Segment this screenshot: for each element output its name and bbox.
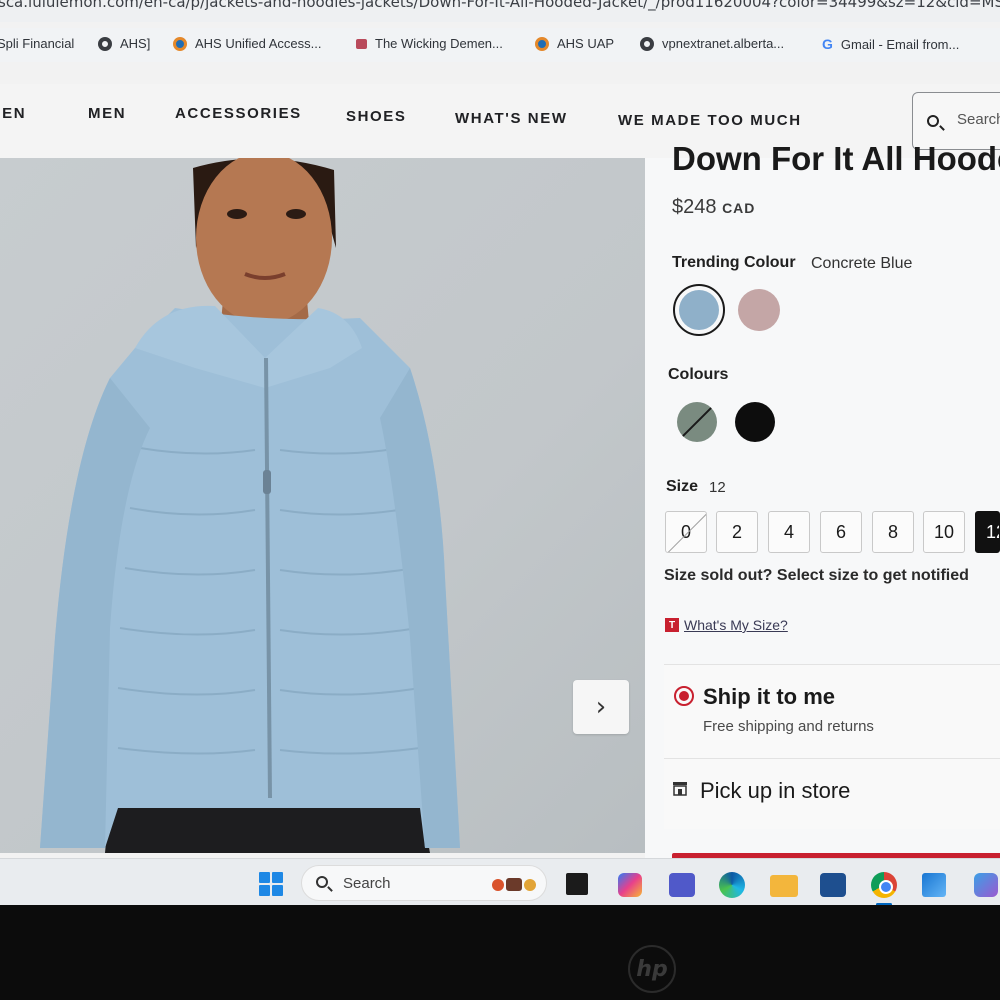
chevron-right-icon: › (595, 692, 607, 722)
size-selected-value: 12 (709, 479, 726, 496)
bookmark-label: AHS UAP (557, 36, 615, 51)
bookmark-ahs-uap[interactable]: AHS UAP (535, 36, 614, 51)
bookmark-label: AHS] (120, 36, 151, 51)
swatch-fill (679, 290, 719, 330)
bookmark-gmail[interactable]: G Gmail - Email from... (822, 36, 959, 52)
chrome-center (879, 880, 893, 894)
bookmarks-bar: Spli Financial AHS] AHS Unified Access..… (0, 28, 1000, 62)
ship-title: Ship it to me (703, 684, 835, 709)
trending-colour-value: Concrete Blue (811, 255, 913, 272)
size-label: Size (666, 478, 699, 495)
edge-icon[interactable] (719, 872, 745, 898)
address-bar[interactable]: sca.lululemon.com/en-ca/p/jackets-and-ho… (0, 0, 1000, 22)
pickup-title: Pick up in store (700, 778, 851, 803)
size-button-12[interactable]: 12 (975, 511, 1000, 553)
next-image-button[interactable]: › (573, 680, 629, 734)
size-button-10[interactable]: 10 (923, 511, 965, 553)
size-button-0[interactable]: 0 (665, 511, 707, 553)
nav-shoes[interactable]: SHOES (346, 108, 407, 125)
ahs-logo-icon (173, 36, 187, 51)
windows-start-icon[interactable] (259, 872, 283, 896)
nav-we-made-too-much[interactable]: WE MADE TOO MUCH (618, 112, 802, 129)
bookmark-ahs-unified-access[interactable]: AHS Unified Access... (173, 36, 321, 51)
ship-it-option[interactable] (664, 664, 1000, 761)
bookmark-label: The Wicking Demen... (375, 36, 503, 51)
search-input[interactable] (957, 111, 1000, 128)
store-app-icon[interactable] (820, 873, 846, 897)
bookmark-ahs[interactable]: AHS] (98, 36, 150, 51)
hp-logo-icon: hp (628, 945, 676, 993)
wicking-icon (356, 38, 367, 49)
nav-accessories[interactable]: ACCESSORIES (175, 105, 302, 122)
unavailable-slash-icon (679, 404, 715, 440)
file-explorer-icon[interactable] (770, 875, 798, 897)
model-photo (40, 158, 460, 853)
price-currency: CAD (722, 200, 756, 216)
globe-icon (640, 36, 654, 51)
bookmark-label: AHS Unified Access... (195, 36, 322, 51)
size-button-4[interactable]: 4 (768, 511, 810, 553)
size-guide-link[interactable]: T What's My Size? (665, 617, 788, 633)
swatch-concrete-blue[interactable] (673, 284, 725, 336)
nav-men[interactable]: MEN (88, 105, 126, 122)
ahs-logo-icon (535, 36, 549, 51)
screen: sca.lululemon.com/en-ca/p/jackets-and-ho… (0, 0, 1000, 905)
monitor-bezel (0, 905, 1000, 1000)
size-sold-out-message: Size sold out? Select size to get notifi… (664, 567, 969, 584)
trending-colour-label: Trending Colour (672, 254, 796, 271)
size-button-2[interactable]: 2 (716, 511, 758, 553)
bookmark-label: Gmail - Email from... (840, 36, 960, 52)
app-icon[interactable] (974, 873, 998, 897)
nav-whats-new[interactable]: WHAT'S NEW (455, 110, 568, 127)
taskbar-search-label: Search (343, 875, 391, 892)
bookmark-vpnextranet[interactable]: vpnextranet.alberta... (640, 36, 784, 51)
product-title: Down For It All Hooded Jacket (672, 140, 1000, 177)
swatch-black[interactable] (735, 402, 775, 442)
teams-icon[interactable] (669, 873, 695, 897)
taskbar: Search (0, 858, 1000, 905)
bookmark-label: vpnextranet.alberta... (662, 36, 785, 51)
search-highlight-icon (492, 878, 536, 891)
swatch-pink[interactable] (738, 289, 780, 331)
search-icon (316, 876, 328, 888)
size-guide-badge-icon: T (665, 618, 679, 632)
bookmark-spli-financial[interactable]: Spli Financial (0, 36, 74, 51)
product-price: $248 CAD (672, 196, 755, 219)
task-view-icon[interactable] (566, 873, 588, 895)
google-icon: G (822, 36, 833, 52)
search-icon (927, 115, 939, 127)
bookmark-label: Spli Financial (0, 36, 75, 51)
store-icon (673, 782, 687, 796)
ship-radio-selected[interactable] (674, 686, 694, 706)
bookmark-wicking-demen[interactable]: The Wicking Demen... (356, 36, 503, 51)
swatch-sage-unavailable[interactable] (677, 402, 717, 442)
copilot-icon[interactable] (618, 873, 642, 897)
globe-icon (98, 36, 112, 51)
nav-women[interactable]: MEN (0, 105, 26, 122)
size-button-6[interactable]: 6 (820, 511, 862, 553)
colours-label: Colours (668, 366, 729, 383)
chrome-icon[interactable] (871, 872, 897, 898)
size-button-8[interactable]: 8 (872, 511, 914, 553)
url-text[interactable]: sca.lululemon.com/en-ca/p/jackets-and-ho… (0, 0, 1000, 11)
azure-icon[interactable] (922, 873, 946, 897)
product-image[interactable]: › (0, 158, 645, 853)
taskbar-search[interactable]: Search (301, 865, 547, 901)
size-guide-link-text[interactable]: What's My Size? (684, 617, 788, 633)
price-amount: $248 (672, 196, 717, 218)
ship-subtitle: Free shipping and returns (703, 718, 874, 735)
